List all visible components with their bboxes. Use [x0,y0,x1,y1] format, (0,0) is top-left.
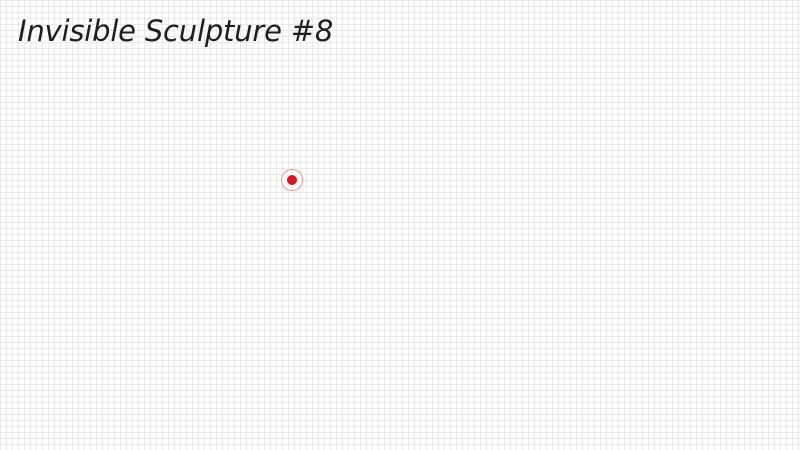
sculpture-canvas[interactable]: Invisible Sculpture #8 [0,0,800,450]
marker-dot [287,175,297,185]
target-marker-icon[interactable] [281,169,303,191]
page-title: Invisible Sculpture #8 [18,14,334,48]
